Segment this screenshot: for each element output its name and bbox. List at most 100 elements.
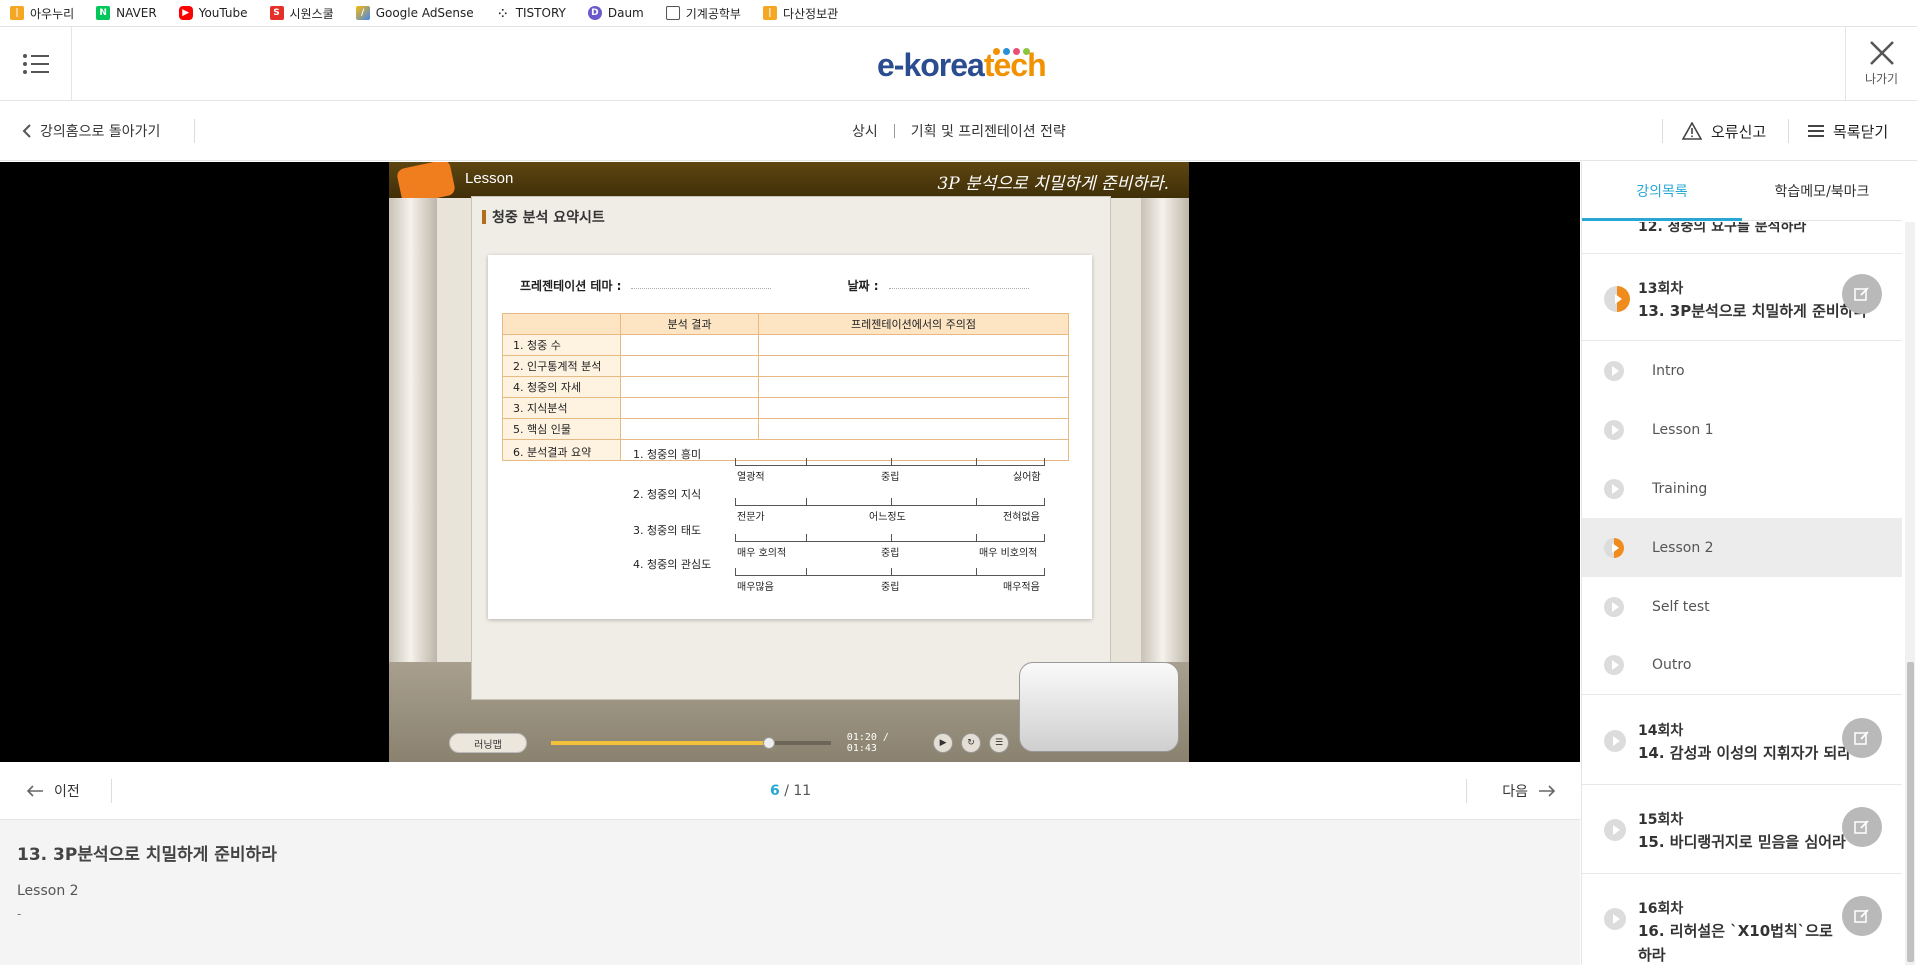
- bookmarks-bar: | 아우누리 N NAVER ▶ YouTube S 시원스쿨 / Google AdSe…: [0, 0, 1917, 27]
- play-icon: [1604, 908, 1626, 930]
- lecture-slide: Lesson 3P 분석으로 치밀하게 준비하라. 청중 분석 요약시트 프레젠…: [389, 162, 1189, 762]
- replay-button[interactable]: ↻: [961, 733, 981, 753]
- memo-button[interactable]: [1842, 274, 1882, 314]
- chapter-item-15[interactable]: 15회차 15. 바디랭귀지로 믿음을 심어라: [1582, 785, 1902, 874]
- bookmark-naver[interactable]: N NAVER: [96, 6, 157, 20]
- course-sidebar: 강의목록 학습메모/북마크 12. 청중의 요구를 분석하라 13회차 13. …: [1581, 162, 1917, 965]
- list-item-training[interactable]: Training: [1582, 459, 1902, 518]
- siwonschool-icon: S: [269, 6, 284, 20]
- course-list: 12. 청중의 요구를 분석하라 13회차 13. 3P분석으로 치밀하게 준비…: [1582, 222, 1902, 965]
- play-icon: [1604, 730, 1626, 752]
- list-item-selftest[interactable]: Self test: [1582, 577, 1902, 636]
- edit-icon: [1854, 731, 1869, 745]
- sub-navigation: 강의홈으로 돌아가기 상시 기획 및 프리젠테이션 전략 오류신고 목록닫기: [0, 101, 1917, 161]
- adsense-icon: /: [355, 6, 370, 20]
- memo-button[interactable]: [1842, 896, 1882, 936]
- divider: [1788, 119, 1789, 143]
- seek-bar[interactable]: [550, 737, 831, 749]
- pillar: [389, 198, 437, 688]
- memo-button[interactable]: [1842, 718, 1882, 758]
- list-item-lesson2[interactable]: Lesson 2: [1582, 518, 1902, 577]
- bookmark-daum[interactable]: D Daum: [587, 6, 644, 20]
- edit-icon: [1854, 820, 1869, 834]
- slide-title-bar: Lesson 3P 분석으로 치밀하게 준비하라.: [389, 162, 1189, 206]
- tab-memo-bookmark[interactable]: 학습메모/북마크: [1742, 162, 1902, 220]
- summary-scales: 1. 청중의 흥미 열광적 중립 싫어함 2. 청중의 지식 전문가 어느정도: [620, 439, 1069, 593]
- site-header: e-koreatech 나가기: [0, 27, 1917, 101]
- aunuri-icon: |: [10, 6, 24, 20]
- warning-icon: [1682, 122, 1702, 140]
- play-icon: [1604, 655, 1624, 675]
- chapter-item-16[interactable]: 16회차 16. 리허설은 `X10법칙`으로 마무리 하라: [1582, 874, 1902, 965]
- report-error-button[interactable]: 오류신고: [1682, 101, 1766, 161]
- progress-play-icon: [1604, 286, 1630, 312]
- sheet-heading: 청중 분석 요약시트: [482, 207, 605, 227]
- back-to-course-home[interactable]: 강의홈으로 돌아가기: [22, 101, 160, 161]
- play-button[interactable]: ▶: [933, 733, 954, 753]
- bookmark-dasan[interactable]: | 다산정보관: [762, 5, 838, 22]
- arrow-left-icon: [26, 785, 43, 797]
- list-item-outro[interactable]: Outro: [1582, 636, 1902, 695]
- bookmark-aunuri[interactable]: | 아우누리: [10, 5, 74, 22]
- play-icon: [1604, 360, 1624, 381]
- divider: [1466, 779, 1467, 803]
- naver-icon: N: [96, 6, 111, 20]
- chapter-item-14[interactable]: 14회차 14. 감성과 이성의 지휘자가 되라: [1582, 696, 1902, 785]
- next-button[interactable]: 다음: [1502, 762, 1556, 820]
- page-indicator: 6 / 11: [770, 783, 812, 799]
- list-item-intro[interactable]: Intro: [1582, 341, 1902, 400]
- chevron-left-icon: [22, 124, 31, 138]
- play-icon: [1604, 819, 1626, 841]
- tab-course-list[interactable]: 강의목록: [1582, 162, 1742, 221]
- player-controls: 러닝맵 01:20 / 01:43 ▶ ↻ ☰: [449, 732, 1009, 754]
- bookmark-adsense[interactable]: / Google AdSense: [355, 6, 474, 20]
- youtube-icon: ▶: [178, 6, 193, 20]
- lecture-info: 13. 3P분석으로 치밀하게 준비하라 Lesson 2 -: [0, 820, 1580, 965]
- edit-icon: [1854, 287, 1869, 301]
- menu-button[interactable]: [0, 27, 72, 100]
- progress-play-icon: [1604, 537, 1624, 558]
- daum-icon: D: [587, 6, 602, 20]
- bookmark-tistory[interactable]: ⁘ TISTORY: [496, 6, 566, 20]
- bookmark-youtube[interactable]: ▶ YouTube: [178, 6, 248, 20]
- dasan-icon: |: [762, 6, 777, 20]
- page-icon: [665, 6, 680, 20]
- lecture-title: 13. 3P분석으로 치밀하게 준비하라: [17, 845, 277, 865]
- divider: [194, 119, 195, 143]
- seek-handle[interactable]: [763, 737, 776, 749]
- logo-dots: [993, 48, 1030, 55]
- lecture-player[interactable]: Lesson 3P 분석으로 치밀하게 준비하라. 청중 분석 요약시트 프레젠…: [0, 162, 1580, 762]
- edit-icon: [1854, 909, 1869, 923]
- play-icon: [1604, 419, 1624, 440]
- arrow-right-icon: [1539, 785, 1556, 797]
- projection-screen: 청중 분석 요약시트 프레젠테이션 테마 : 날짜 : 분석 결과 프레젠테이션에…: [471, 196, 1111, 700]
- learning-map-button[interactable]: 러닝맵: [449, 733, 527, 753]
- menu-icon: [22, 53, 49, 74]
- tistory-icon: ⁘: [498, 6, 508, 20]
- list-icon: [1808, 125, 1824, 137]
- page-navigation: 이전 6 / 11 다음: [0, 762, 1580, 820]
- projector-image: [1019, 662, 1179, 752]
- sidebar-scrollbar[interactable]: [1905, 222, 1915, 965]
- sidebar-tabs: 강의목록 학습메모/북마크: [1582, 162, 1902, 221]
- seek-progress: [550, 741, 770, 745]
- close-list-button[interactable]: 목록닫기: [1808, 101, 1888, 161]
- play-icon: [1604, 478, 1624, 499]
- menu-button[interactable]: ☰: [989, 733, 1009, 753]
- pillar: [1141, 198, 1189, 688]
- list-item-lesson1[interactable]: Lesson 1: [1582, 400, 1902, 459]
- chapter-item-12[interactable]: 12. 청중의 요구를 분석하라: [1582, 222, 1902, 254]
- play-icon: [1604, 596, 1624, 617]
- bookmark-mech[interactable]: 기계공학부: [665, 5, 741, 22]
- divider: [1662, 119, 1663, 143]
- exit-button[interactable]: 나가기: [1845, 27, 1917, 100]
- prev-button[interactable]: 이전: [26, 762, 80, 820]
- analysis-table: 분석 결과 프레젠테이션에서의 주의점 1. 청중 수 2. 인구통계적 분석 4…: [502, 313, 1069, 593]
- scrollbar-thumb[interactable]: [1907, 662, 1914, 962]
- memo-button[interactable]: [1842, 807, 1882, 847]
- breadcrumb: 상시 기획 및 프리젠테이션 전략: [852, 124, 1066, 140]
- lecture-description: -: [17, 907, 22, 921]
- chapter-item-13[interactable]: 13회차 13. 3P분석으로 치밀하게 준비하라: [1582, 254, 1902, 341]
- bookmark-siwonschool[interactable]: S 시원스쿨: [269, 5, 334, 22]
- lecture-subtitle: Lesson 2: [17, 883, 79, 899]
